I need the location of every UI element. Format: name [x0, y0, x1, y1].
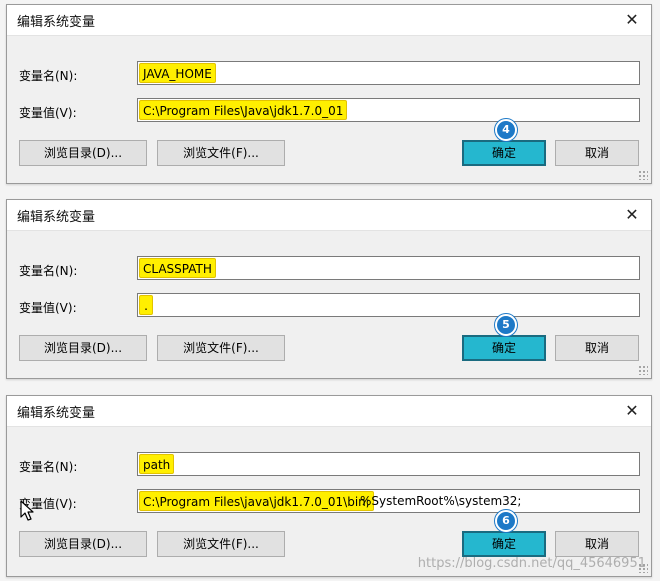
variable-name-highlight: path [139, 454, 175, 474]
variable-name-highlight: JAVA_HOME [139, 63, 216, 83]
variable-name-label: 变量名(N): [19, 69, 78, 83]
dialog-title: 编辑系统变量 [17, 406, 96, 421]
browse-directory-button[interactable]: 浏览目录(D)... [19, 531, 147, 557]
ok-button[interactable]: 确定 [462, 531, 546, 557]
cancel-button[interactable]: 取消 [555, 531, 639, 557]
edit-system-variable-dialog-java-home: 编辑系统变量 ✕ 变量名(N): JAVA_HOME 变量值(V): C:\Pr… [6, 4, 652, 184]
variable-value-highlight: . [139, 295, 153, 315]
close-icon[interactable]: ✕ [619, 8, 645, 32]
cancel-button[interactable]: 取消 [555, 140, 639, 166]
variable-name-highlight: CLASSPATH [139, 258, 216, 278]
resize-grip-icon[interactable] [638, 170, 648, 180]
variable-name-field[interactable]: CLASSPATH [137, 256, 640, 280]
ok-button[interactable]: 确定 [462, 140, 546, 166]
resize-grip-icon[interactable] [638, 365, 648, 375]
variable-value-field[interactable]: C:\Program Files\java\jdk1.7.0_01\bin; %… [137, 489, 640, 513]
browse-file-button[interactable]: 浏览文件(F)... [157, 140, 285, 166]
edit-system-variable-dialog-path: 编辑系统变量 ✕ 变量名(N): path 变量值(V): C:\Program… [6, 395, 652, 577]
browse-directory-button[interactable]: 浏览目录(D)... [19, 140, 147, 166]
screenshot-page: 编辑系统变量 ✕ 变量名(N): JAVA_HOME 变量值(V): C:\Pr… [0, 0, 660, 581]
variable-value-field[interactable]: C:\Program Files\Java\jdk1.7.0_01 [137, 98, 640, 122]
variable-name-field[interactable]: JAVA_HOME [137, 61, 640, 85]
close-icon[interactable]: ✕ [619, 203, 645, 227]
watermark: https://blog.csdn.net/qq_45646951 [417, 556, 646, 571]
browse-directory-button[interactable]: 浏览目录(D)... [19, 335, 147, 361]
variable-name-label: 变量名(N): [19, 460, 78, 474]
close-icon[interactable]: ✕ [619, 399, 645, 423]
step-badge: 5 [495, 314, 517, 336]
ok-button[interactable]: 确定 [462, 335, 546, 361]
variable-value-rest: %SystemRoot%\system32; [360, 494, 522, 508]
step-badge: 4 [495, 119, 517, 141]
browse-file-button[interactable]: 浏览文件(F)... [157, 335, 285, 361]
variable-name-field[interactable]: path [137, 452, 640, 476]
browse-file-button[interactable]: 浏览文件(F)... [157, 531, 285, 557]
cancel-button[interactable]: 取消 [555, 335, 639, 361]
dialog-titlebar: 编辑系统变量 ✕ [7, 200, 651, 231]
variable-value-highlight: C:\Program Files\Java\jdk1.7.0_01 [139, 100, 348, 120]
variable-value-field[interactable]: . [137, 293, 640, 317]
variable-value-label: 变量值(V): [19, 301, 77, 315]
variable-value-label: 变量值(V): [19, 106, 77, 120]
dialog-titlebar: 编辑系统变量 ✕ [7, 5, 651, 36]
edit-system-variable-dialog-classpath: 编辑系统变量 ✕ 变量名(N): CLASSPATH 变量值(V): . 浏览目… [6, 199, 652, 379]
dialog-titlebar: 编辑系统变量 ✕ [7, 396, 651, 427]
dialog-title: 编辑系统变量 [17, 210, 96, 225]
dialog-title: 编辑系统变量 [17, 15, 96, 30]
mouse-pointer-icon [20, 500, 34, 521]
variable-value-highlight: C:\Program Files\java\jdk1.7.0_01\bin; [139, 491, 374, 511]
variable-name-label: 变量名(N): [19, 264, 78, 278]
step-badge: 6 [495, 510, 517, 532]
